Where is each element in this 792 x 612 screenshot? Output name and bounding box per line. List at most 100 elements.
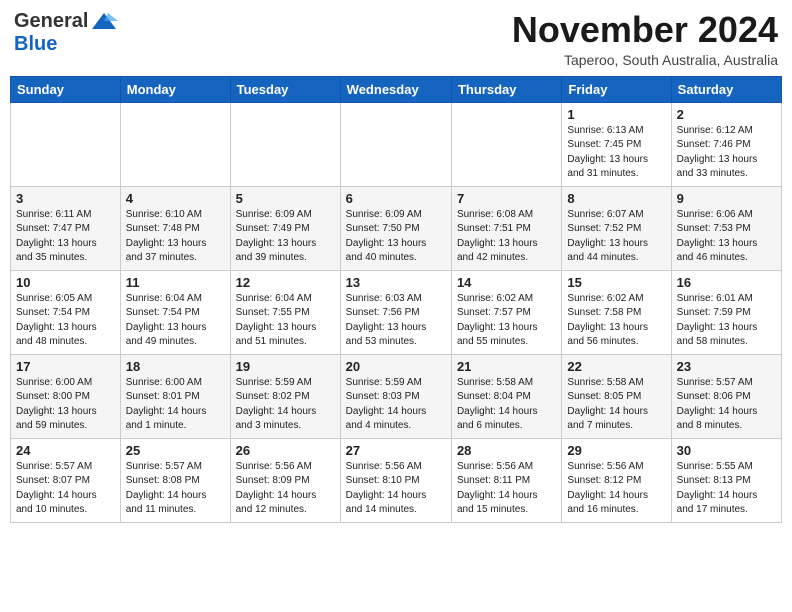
logo-icon	[90, 11, 118, 33]
day-number: 26	[236, 443, 335, 458]
calendar-cell: 21 Sunrise: 5:58 AM Sunset: 8:04 PM Dayli…	[451, 354, 561, 438]
calendar-cell: 12Sunrise: 6:04 AM Sunset: 7:55 PM Dayli…	[230, 270, 340, 354]
calendar-cell: 25 Sunrise: 5:57 AM Sunset: 8:08 PM Dayli…	[120, 438, 230, 522]
calendar-cell	[451, 102, 561, 186]
day-info: Sunrise: 5:56 AM Sunset: 8:09 PM Dayligh…	[236, 460, 335, 518]
day-number: 4	[126, 191, 225, 206]
day-info: Sunrise: 6:08 AM Sunset: 7:51 PM Dayligh…	[457, 208, 556, 266]
day-number: 27	[346, 443, 446, 458]
day-info: Sunrise: 6:13 AM Sunset: 7:45 PM Dayligh…	[567, 124, 665, 182]
day-info: Sunrise: 6:09 AM Sunset: 7:50 PM Dayligh…	[346, 208, 446, 266]
day-number: 21	[457, 359, 556, 374]
calendar-cell	[120, 102, 230, 186]
day-number: 15	[567, 275, 665, 290]
day-info: Sunrise: 5:58 AM Sunset: 8:05 PM Dayligh…	[567, 376, 665, 434]
calendar-cell: 29 Sunrise: 5:56 AM Sunset: 8:12 PM Dayli…	[562, 438, 671, 522]
day-info: Sunrise: 5:57 AM Sunset: 8:08 PM Dayligh…	[126, 460, 225, 518]
day-number: 16	[677, 275, 776, 290]
location: Taperoo, South Australia, Australia	[512, 52, 778, 68]
month-title: November 2024	[512, 10, 778, 50]
day-info: Sunrise: 6:01 AM Sunset: 7:59 PM Dayligh…	[677, 292, 776, 350]
day-info: Sunrise: 6:06 AM Sunset: 7:53 PM Dayligh…	[677, 208, 776, 266]
page-header: General Blue November 2024 Taperoo, Sout…	[10, 10, 782, 68]
day-number: 11	[126, 275, 225, 290]
day-info: Sunrise: 5:55 AM Sunset: 8:13 PM Dayligh…	[677, 460, 776, 518]
day-number: 8	[567, 191, 665, 206]
day-number: 6	[346, 191, 446, 206]
calendar-cell	[230, 102, 340, 186]
week-row-4: 24 Sunrise: 5:57 AM Sunset: 8:07 PM Dayli…	[11, 438, 782, 522]
calendar-cell: 23Sunrise: 5:57 AM Sunset: 8:06 PM Dayli…	[671, 354, 781, 438]
day-info: Sunrise: 5:57 AM Sunset: 8:07 PM Dayligh…	[16, 460, 115, 518]
calendar-cell: 4 Sunrise: 6:10 AM Sunset: 7:48 PM Daylig…	[120, 186, 230, 270]
day-number: 25	[126, 443, 225, 458]
day-number: 13	[346, 275, 446, 290]
calendar-cell: 18 Sunrise: 6:00 AM Sunset: 8:01 PM Dayli…	[120, 354, 230, 438]
day-info: Sunrise: 5:56 AM Sunset: 8:11 PM Dayligh…	[457, 460, 556, 518]
day-info: Sunrise: 6:02 AM Sunset: 7:57 PM Dayligh…	[457, 292, 556, 350]
calendar-cell: 27Sunrise: 5:56 AM Sunset: 8:10 PM Dayli…	[340, 438, 451, 522]
calendar-cell: 28 Sunrise: 5:56 AM Sunset: 8:11 PM Dayli…	[451, 438, 561, 522]
calendar-cell: 6 Sunrise: 6:09 AM Sunset: 7:50 PM Daylig…	[340, 186, 451, 270]
calendar-cell: 26 Sunrise: 5:56 AM Sunset: 8:09 PM Dayli…	[230, 438, 340, 522]
calendar-cell: 8 Sunrise: 6:07 AM Sunset: 7:52 PM Daylig…	[562, 186, 671, 270]
title-section: November 2024 Taperoo, South Australia, …	[512, 10, 778, 68]
day-number: 20	[346, 359, 446, 374]
week-row-2: 10 Sunrise: 6:05 AM Sunset: 7:54 PM Dayli…	[11, 270, 782, 354]
day-info: Sunrise: 6:00 AM Sunset: 8:01 PM Dayligh…	[126, 376, 225, 434]
logo: General Blue	[14, 10, 118, 56]
calendar-cell: 15Sunrise: 6:02 AM Sunset: 7:58 PM Dayli…	[562, 270, 671, 354]
calendar-cell: 2Sunrise: 6:12 AM Sunset: 7:46 PM Daylig…	[671, 102, 781, 186]
day-info: Sunrise: 6:04 AM Sunset: 7:55 PM Dayligh…	[236, 292, 335, 350]
week-row-3: 17Sunrise: 6:00 AM Sunset: 8:00 PM Dayli…	[11, 354, 782, 438]
calendar-cell: 22 Sunrise: 5:58 AM Sunset: 8:05 PM Dayli…	[562, 354, 671, 438]
calendar-cell: 20 Sunrise: 5:59 AM Sunset: 8:03 PM Dayli…	[340, 354, 451, 438]
calendar-table: SundayMondayTuesdayWednesdayThursdayFrid…	[10, 76, 782, 523]
day-number: 24	[16, 443, 115, 458]
day-of-week-monday: Monday	[120, 76, 230, 102]
day-number: 9	[677, 191, 776, 206]
logo-general: General	[14, 10, 88, 33]
day-of-week-tuesday: Tuesday	[230, 76, 340, 102]
day-number: 7	[457, 191, 556, 206]
day-number: 2	[677, 107, 776, 122]
day-info: Sunrise: 6:04 AM Sunset: 7:54 PM Dayligh…	[126, 292, 225, 350]
day-number: 3	[16, 191, 115, 206]
day-number: 19	[236, 359, 335, 374]
calendar-cell: 30 Sunrise: 5:55 AM Sunset: 8:13 PM Dayli…	[671, 438, 781, 522]
day-of-week-thursday: Thursday	[451, 76, 561, 102]
calendar-cell	[340, 102, 451, 186]
calendar-cell: 7 Sunrise: 6:08 AM Sunset: 7:51 PM Daylig…	[451, 186, 561, 270]
day-number: 22	[567, 359, 665, 374]
day-number: 10	[16, 275, 115, 290]
day-number: 30	[677, 443, 776, 458]
calendar-cell: 11 Sunrise: 6:04 AM Sunset: 7:54 PM Dayli…	[120, 270, 230, 354]
day-of-week-friday: Friday	[562, 76, 671, 102]
day-number: 14	[457, 275, 556, 290]
day-of-week-sunday: Sunday	[11, 76, 121, 102]
day-info: Sunrise: 6:07 AM Sunset: 7:52 PM Dayligh…	[567, 208, 665, 266]
day-info: Sunrise: 6:11 AM Sunset: 7:47 PM Dayligh…	[16, 208, 115, 266]
day-info: Sunrise: 5:58 AM Sunset: 8:04 PM Dayligh…	[457, 376, 556, 434]
calendar-cell: 17Sunrise: 6:00 AM Sunset: 8:00 PM Dayli…	[11, 354, 121, 438]
day-info: Sunrise: 5:59 AM Sunset: 8:03 PM Dayligh…	[346, 376, 446, 434]
day-number: 18	[126, 359, 225, 374]
calendar-cell: 3 Sunrise: 6:11 AM Sunset: 7:47 PM Daylig…	[11, 186, 121, 270]
calendar-cell: 16 Sunrise: 6:01 AM Sunset: 7:59 PM Dayli…	[671, 270, 781, 354]
day-of-week-wednesday: Wednesday	[340, 76, 451, 102]
day-info: Sunrise: 6:05 AM Sunset: 7:54 PM Dayligh…	[16, 292, 115, 350]
calendar-cell: 24 Sunrise: 5:57 AM Sunset: 8:07 PM Dayli…	[11, 438, 121, 522]
calendar-cell: 10 Sunrise: 6:05 AM Sunset: 7:54 PM Dayli…	[11, 270, 121, 354]
calendar-header-row: SundayMondayTuesdayWednesdayThursdayFrid…	[11, 76, 782, 102]
day-number: 17	[16, 359, 115, 374]
day-info: Sunrise: 5:56 AM Sunset: 8:12 PM Dayligh…	[567, 460, 665, 518]
calendar-cell: 19Sunrise: 5:59 AM Sunset: 8:02 PM Dayli…	[230, 354, 340, 438]
day-info: Sunrise: 5:57 AM Sunset: 8:06 PM Dayligh…	[677, 376, 776, 434]
day-number: 28	[457, 443, 556, 458]
calendar-cell: 9 Sunrise: 6:06 AM Sunset: 7:53 PM Daylig…	[671, 186, 781, 270]
calendar-cell: 5Sunrise: 6:09 AM Sunset: 7:49 PM Daylig…	[230, 186, 340, 270]
week-row-1: 3 Sunrise: 6:11 AM Sunset: 7:47 PM Daylig…	[11, 186, 782, 270]
day-info: Sunrise: 6:10 AM Sunset: 7:48 PM Dayligh…	[126, 208, 225, 266]
day-number: 1	[567, 107, 665, 122]
day-number: 29	[567, 443, 665, 458]
